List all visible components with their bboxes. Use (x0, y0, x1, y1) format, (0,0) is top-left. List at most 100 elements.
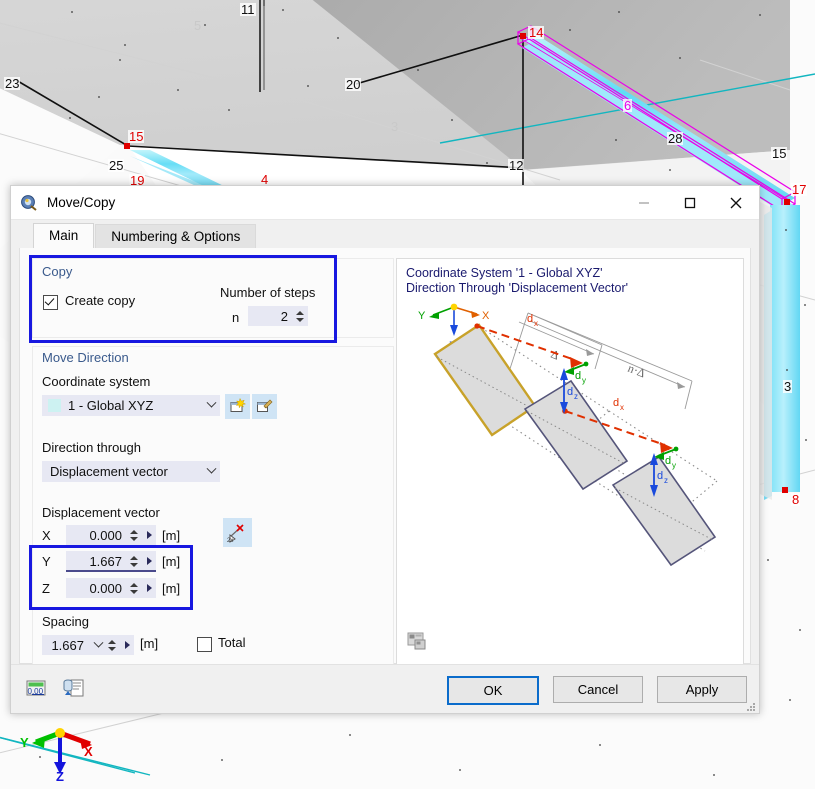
coordinate-system-value: 1 - Global XYZ (68, 398, 154, 413)
displacement-x-spinner[interactable] (128, 529, 140, 541)
apply-button[interactable]: Apply (657, 676, 747, 703)
displacement-z-unit: [m] (162, 581, 181, 596)
svg-text:d: d (527, 313, 533, 325)
resize-grip-icon[interactable] (744, 699, 756, 711)
number-of-steps-spinner[interactable] (294, 310, 306, 322)
history-icon[interactable] (63, 677, 85, 699)
displacement-x-input[interactable]: 0.000 (66, 525, 156, 545)
displacement-x-unit: [m] (162, 528, 181, 543)
node-label: 11 (240, 2, 256, 17)
node-label: 14 (528, 25, 545, 40)
move-copy-dialog: Move/Copy Main Numbering & Options Copy … (10, 185, 760, 714)
displacement-y-input[interactable]: 1.667 (66, 551, 156, 571)
svg-text:2x: 2x (227, 538, 233, 543)
number-of-steps-value: 2 (280, 308, 288, 324)
spacing-input[interactable]: 1.667 (42, 635, 134, 655)
svg-text:z: z (664, 476, 668, 485)
displacement-z-spinner[interactable] (128, 582, 140, 594)
displacement-z-axis-label: Z (42, 581, 50, 596)
save-image-icon[interactable] (406, 631, 432, 655)
coordinate-system-select[interactable]: 1 - Global XYZ (42, 395, 220, 416)
node-label: 17 (791, 182, 808, 197)
svg-text:x: x (534, 319, 538, 328)
number-of-steps-input[interactable]: 2 (248, 306, 308, 326)
spacing-value: 1.667 (51, 637, 84, 653)
displacement-z-input[interactable]: 0.000 (66, 578, 156, 598)
node-label: 15 (128, 129, 145, 144)
dialog-tabs: Main Numbering & Options (11, 220, 759, 248)
tab-numbering-options[interactable]: Numbering & Options (95, 224, 257, 248)
dialog-titlebar[interactable]: Move/Copy (11, 186, 759, 220)
svg-text:d: d (657, 470, 663, 482)
number-of-steps-label: Number of steps (220, 285, 316, 300)
move-copy-icon (20, 194, 38, 212)
displacement-x-axis-label: X (42, 528, 51, 543)
displacement-vector-label: Displacement vector (42, 505, 160, 520)
cancel-button[interactable]: Cancel (553, 676, 643, 703)
svg-text:z: z (574, 392, 578, 401)
chevron-down-icon[interactable] (202, 402, 220, 409)
node-label: 3 (391, 119, 399, 134)
svg-text:y: y (672, 461, 676, 470)
node-label: 25 (108, 158, 125, 173)
member-label: 6 (623, 98, 633, 113)
direction-through-value: Displacement vector (50, 464, 168, 479)
spacing-label: Spacing (42, 614, 89, 629)
displacement-y-spinner[interactable] (128, 555, 140, 567)
preview-panel: Coordinate System '1 - Global XYZ' Direc… (396, 258, 744, 666)
tab-main[interactable]: Main (33, 223, 95, 248)
node-label: 20 (345, 77, 362, 92)
edit-coordinate-system-icon[interactable] (252, 394, 277, 419)
move-direction-group-title: Move Direction (42, 350, 129, 365)
chevron-down-icon[interactable] (202, 468, 220, 475)
svg-text:d: d (665, 455, 671, 467)
displacement-x-value: 0.000 (89, 527, 122, 543)
displacement-y-axis-label: Y (42, 554, 51, 569)
footer-buttons: OK Cancel Apply (447, 676, 747, 705)
create-copy-checkbox[interactable] (43, 295, 58, 310)
minimize-icon[interactable] (621, 186, 667, 219)
chevron-down-icon[interactable] (90, 642, 106, 649)
displacement-y-value: 1.667 (89, 553, 122, 569)
node-label: 8 (791, 492, 801, 507)
tab-panel-main: Copy Create copy Number of steps n 2 Mov… (19, 248, 751, 666)
preview-diagram: X Y Z (418, 303, 718, 567)
direction-through-label: Direction through (42, 440, 141, 455)
pick-two-points-icon[interactable]: 2x (223, 518, 252, 547)
member-label: 3 (783, 379, 793, 394)
svg-text:d: d (613, 397, 619, 409)
svg-text:X: X (482, 310, 490, 322)
node-label: 23 (4, 76, 21, 91)
axis-triad-widget: X Y Z (8, 718, 128, 786)
spacing-apply-arrow[interactable] (120, 641, 134, 649)
node-label: 15 (771, 146, 788, 161)
delta-label: Δ (549, 347, 562, 363)
units-icon[interactable]: 0,00 (25, 677, 47, 699)
displacement-z-apply-arrow[interactable] (142, 584, 156, 592)
axis-z-label: Z (56, 769, 64, 784)
displacement-x-apply-arrow[interactable] (142, 531, 156, 539)
n-label: n (232, 310, 240, 325)
window-controls (621, 186, 759, 219)
node-label: 5 (194, 18, 202, 33)
dialog-footer: 0,00 OK Cancel Apply (11, 664, 759, 713)
copy-group-title: Copy (42, 264, 73, 279)
create-copy-label: Create copy (65, 293, 136, 308)
spacing-spinner[interactable] (106, 639, 118, 651)
member-label: 28 (667, 131, 684, 146)
total-checkbox[interactable] (197, 637, 212, 652)
axis-x-label: X (84, 744, 93, 759)
direction-through-select[interactable]: Displacement vector (42, 461, 220, 482)
coordinate-system-color-swatch (48, 399, 61, 412)
new-coordinate-system-icon[interactable] (225, 394, 250, 419)
displacement-y-apply-arrow[interactable] (142, 557, 156, 565)
svg-text:Y: Y (418, 310, 426, 322)
displacement-z-value: 0.000 (89, 580, 122, 596)
ok-button[interactable]: OK (447, 676, 539, 705)
svg-text:d: d (575, 370, 581, 382)
svg-text:x: x (620, 403, 624, 412)
close-icon[interactable] (713, 186, 759, 219)
spacing-unit: [m] (140, 636, 159, 651)
displacement-y-focus-underline (66, 570, 156, 572)
maximize-icon[interactable] (667, 186, 713, 219)
